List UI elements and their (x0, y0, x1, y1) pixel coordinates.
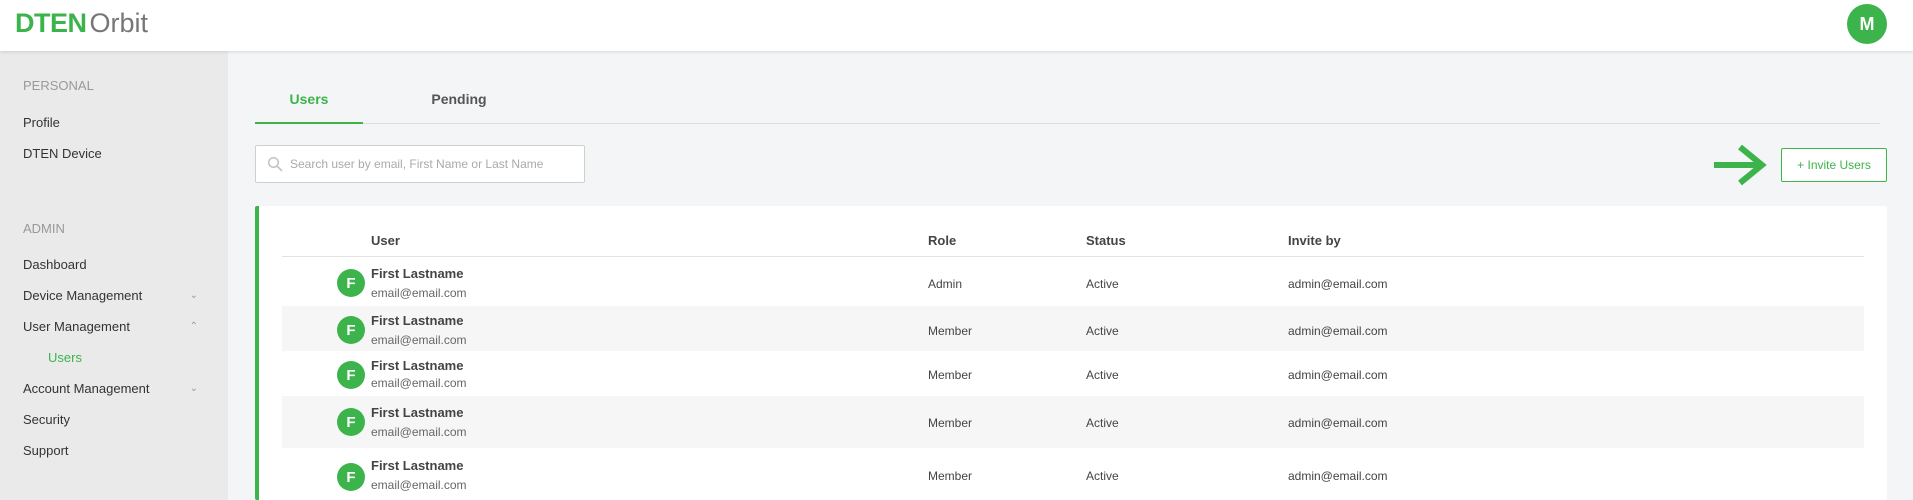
user-email: email@email.com (371, 333, 467, 347)
search-input[interactable] (290, 146, 580, 182)
user-name: First Lastname (371, 313, 464, 328)
table-row[interactable]: F First Lastname email@email.com Member … (282, 448, 1864, 500)
sidebar-item-label: Dashboard (23, 257, 87, 272)
user-avatar-small: F (337, 463, 365, 491)
user-name: First Lastname (371, 266, 464, 281)
user-status: Active (1086, 416, 1119, 430)
sidebar-item-label: Device Management (23, 288, 143, 303)
sidebar-item-label: Account Management (23, 381, 150, 396)
app-logo[interactable]: DTEN Orbit (15, 9, 148, 37)
user-invited-by: admin@email.com (1288, 368, 1388, 382)
user-avatar-small: F (337, 408, 365, 436)
sidebar-item-dashboard[interactable]: Dashboard (23, 257, 198, 272)
user-status: Active (1086, 469, 1119, 483)
user-role: Member (928, 368, 973, 382)
sidebar-item-profile[interactable]: Profile (23, 115, 198, 130)
sidebar-section-personal: PERSONAL (23, 78, 94, 93)
sidebar-subitem-users[interactable]: Users (48, 350, 82, 365)
table-header: User Role Status Invite by (282, 223, 1864, 257)
user-avatar[interactable]: M (1847, 4, 1887, 44)
user-invited-by: admin@email.com (1288, 469, 1388, 483)
user-avatar-small: F (337, 316, 365, 344)
sidebar-item-device-management[interactable]: Device Management ⌄ (23, 288, 198, 303)
invite-users-button[interactable]: + Invite Users (1781, 148, 1887, 182)
user-name: First Lastname (371, 405, 464, 420)
sidebar-item-dten-device[interactable]: DTEN Device (23, 146, 198, 161)
sidebar-item-security[interactable]: Security (23, 412, 198, 427)
user-email: email@email.com (371, 478, 467, 492)
user-role: Member (928, 324, 973, 338)
user-invited-by: admin@email.com (1288, 277, 1388, 291)
sidebar-item-label: User Management (23, 319, 130, 334)
tab-pending[interactable]: Pending (405, 91, 513, 124)
logo-product: Orbit (89, 8, 149, 38)
user-role: Admin (928, 277, 963, 291)
sidebar-item-label: DTEN Device (23, 146, 102, 161)
table-row[interactable]: F First Lastname email@email.com Member … (282, 351, 1864, 396)
table-row[interactable]: F First Lastname email@email.com Member … (282, 306, 1864, 351)
main-content: Users Pending + Invite Users User Role S… (228, 51, 1913, 500)
column-header-status[interactable]: Status (1086, 233, 1126, 248)
user-name: First Lastname (371, 358, 464, 373)
sidebar-item-label: Profile (23, 115, 60, 130)
table-row[interactable]: F First Lastname email@email.com Member … (282, 396, 1864, 448)
table-row[interactable]: F First Lastname email@email.com Admin A… (282, 258, 1864, 306)
user-avatar-small: F (337, 269, 365, 297)
users-table-card: User Role Status Invite by F First Lastn… (255, 206, 1887, 500)
user-invited-by: admin@email.com (1288, 324, 1388, 338)
column-header-role[interactable]: Role (928, 233, 956, 248)
chevron-down-icon: ⌄ (189, 290, 198, 301)
sidebar-item-account-management[interactable]: Account Management ⌄ (23, 381, 198, 396)
user-role: Member (928, 469, 973, 483)
user-email: email@email.com (371, 425, 467, 439)
sidebar-item-label: Support (23, 443, 69, 458)
chevron-down-icon: ⌄ (189, 383, 198, 394)
arrow-right-icon (1714, 144, 1767, 186)
user-status: Active (1086, 277, 1119, 291)
top-bar: DTEN Orbit M (0, 0, 1913, 51)
chevron-up-icon: ⌃ (189, 321, 198, 332)
column-header-invite-by[interactable]: Invite by (1288, 233, 1341, 248)
logo-brand: DTEN (15, 8, 87, 38)
user-invited-by: admin@email.com (1288, 416, 1388, 430)
search-box (255, 145, 585, 183)
user-status: Active (1086, 324, 1119, 338)
tab-bar: Users Pending (255, 76, 1880, 124)
search-icon (267, 156, 283, 172)
user-email: email@email.com (371, 376, 467, 390)
tab-users[interactable]: Users (255, 91, 363, 124)
user-name: First Lastname (371, 458, 464, 473)
column-header-user[interactable]: User (371, 233, 400, 248)
sidebar-item-support[interactable]: Support (23, 443, 198, 458)
sidebar-section-admin: ADMIN (23, 221, 65, 236)
user-email: email@email.com (371, 286, 467, 300)
user-status: Active (1086, 368, 1119, 382)
sidebar: PERSONAL Profile DTEN Device ADMIN Dashb… (0, 51, 228, 500)
sidebar-item-label: Security (23, 412, 70, 427)
user-avatar-small: F (337, 361, 365, 389)
user-role: Member (928, 416, 973, 430)
sidebar-item-user-management[interactable]: User Management ⌃ (23, 319, 198, 334)
